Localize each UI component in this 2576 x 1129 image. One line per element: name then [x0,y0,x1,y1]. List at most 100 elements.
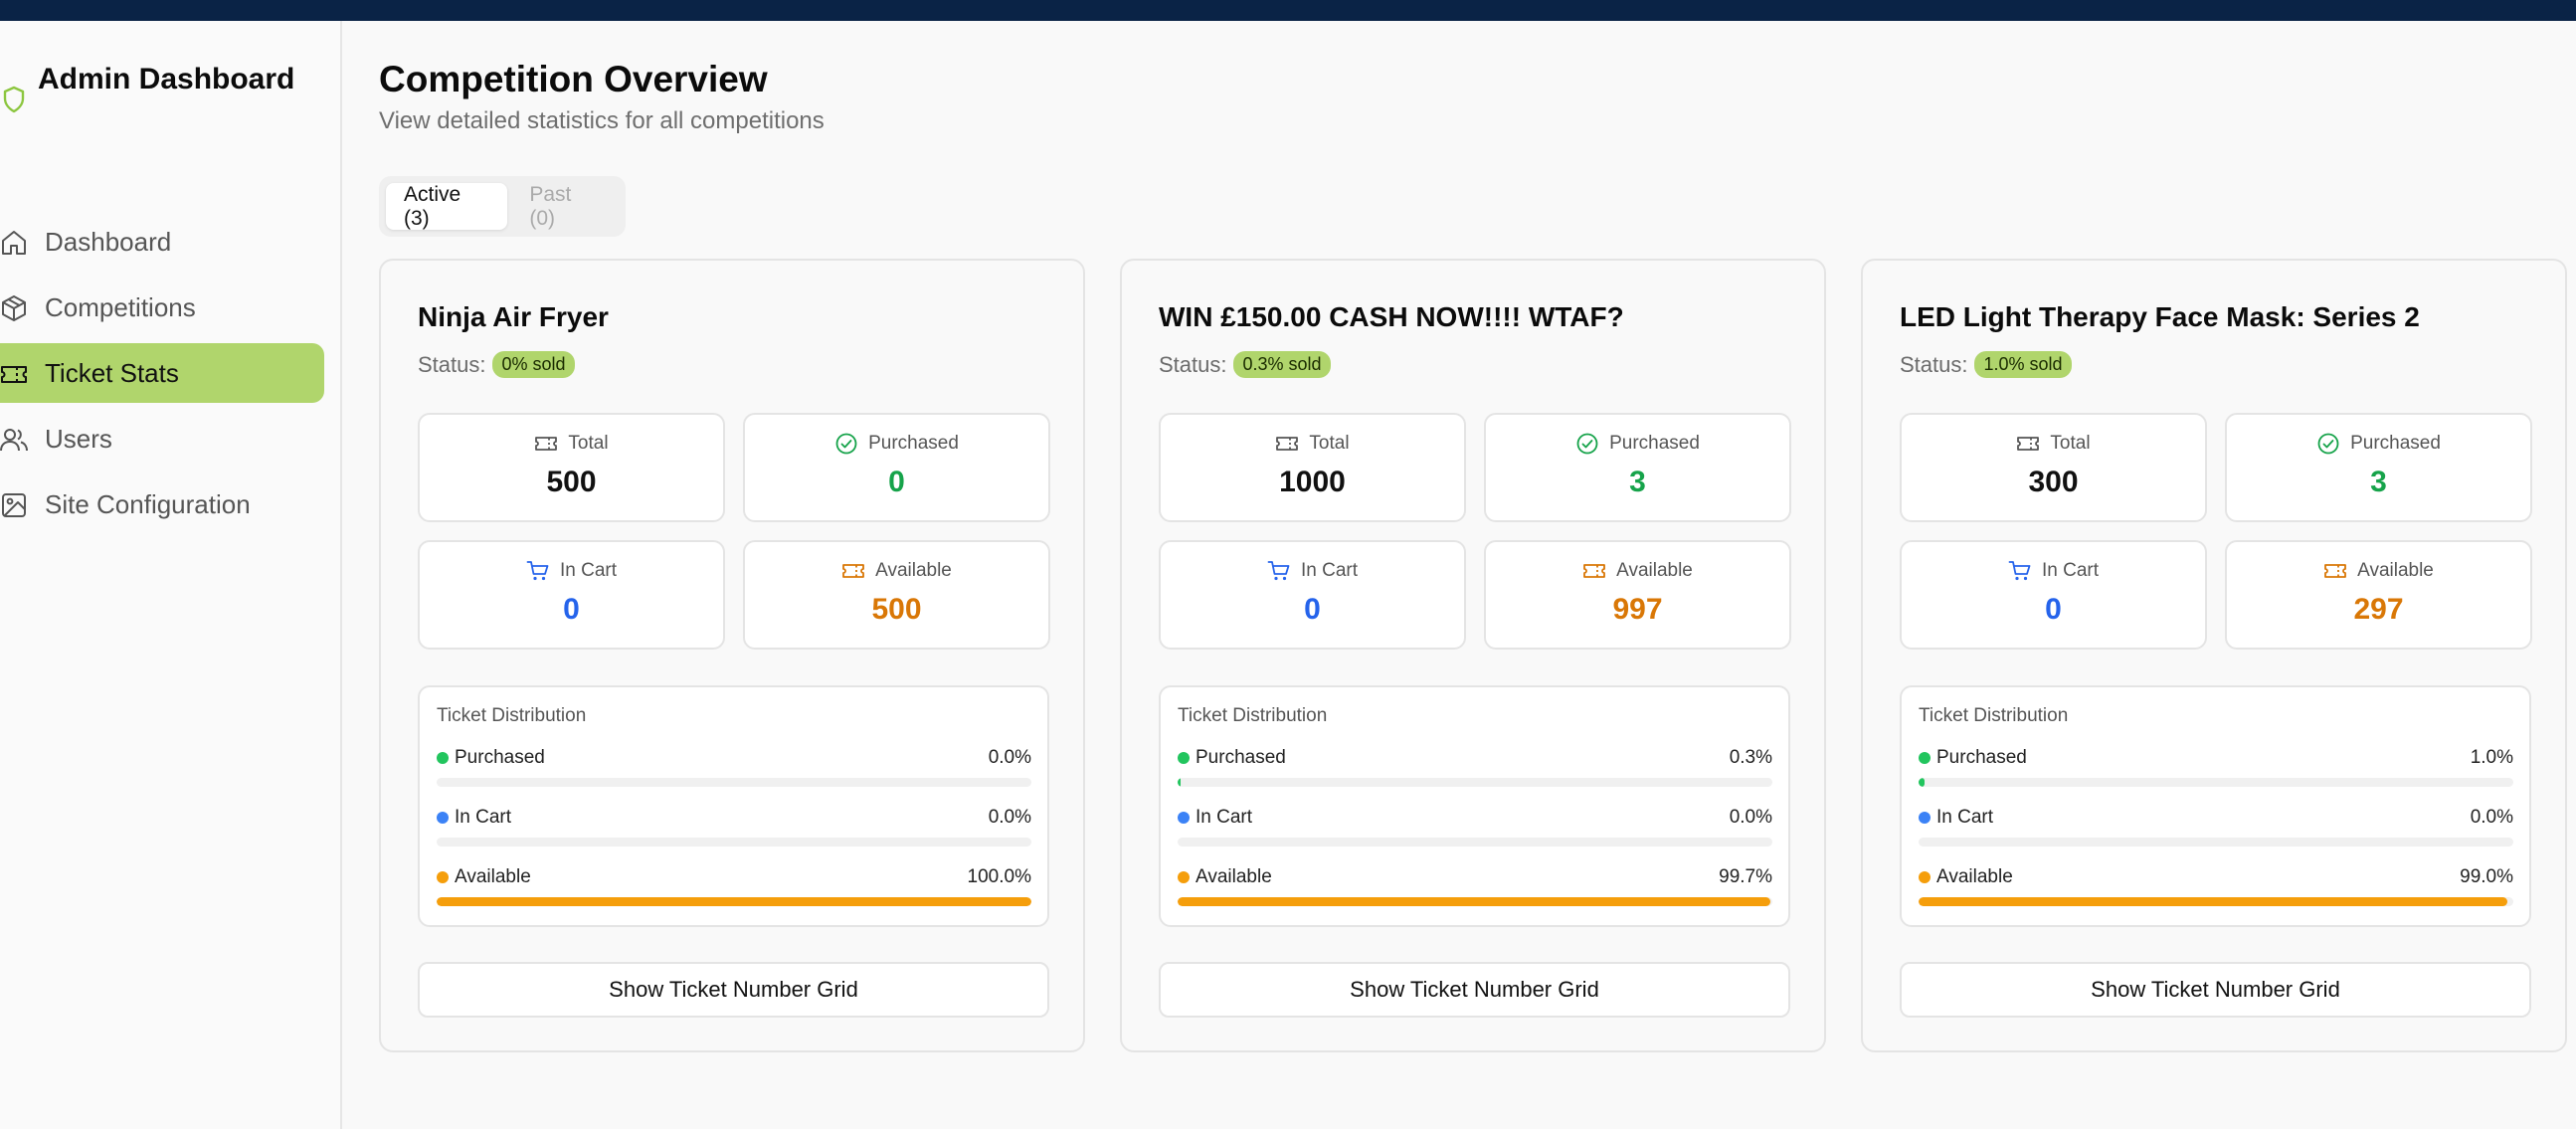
sidebar-item-ticket-stats[interactable]: Ticket Stats [0,343,324,403]
progress-fill-available [1919,897,2508,906]
purchased-dot [437,752,449,764]
in-cart-dot [1919,812,1931,824]
status-row: Status: 1.0% sold [1900,351,2072,378]
distribution-percent: 1.0% [2470,747,2513,768]
tab-active[interactable]: Active (3) [386,183,508,230]
distribution-label: Available [1196,866,1272,887]
page-subtitle: View detailed statistics for all competi… [379,107,825,134]
status-row: Status: 0% sold [418,351,575,378]
show-ticket-grid-button[interactable]: Show Ticket Number Grid [418,962,1049,1018]
distribution-percent: 100.0% [967,866,1031,887]
distribution-label: In Cart [455,807,512,828]
stat-label: In Cart [559,560,618,581]
stat-value: 0 [2045,593,2062,626]
sidebar-item-site-configuration[interactable]: Site Configuration [0,474,324,534]
progress-track [1178,897,1772,906]
sidebar-item-competitions[interactable]: Competitions [0,278,324,337]
stat-value: 0 [888,466,905,498]
competition-title: Ninja Air Fryer [418,301,609,332]
stat-label: Available [875,560,952,581]
status-label: Status: [418,351,486,377]
distribution-title: Ticket Distribution [1919,705,2069,726]
progress-fill-available [1178,897,1771,906]
stat-purchased: Purchased 0 [743,413,1050,522]
distribution-percent: 0.0% [2470,807,2513,828]
ticket-icon [1583,564,1606,578]
ticket-icon [1,366,27,383]
cart-icon [526,561,549,581]
competition-title: LED Light Therapy Face Mask: Series 2 [1900,301,2420,332]
stat-label: Total [2050,433,2091,454]
stat-purchased: Purchased 3 [1484,413,1791,522]
distribution-row-available: Available 99.7% [1178,866,1772,906]
show-ticket-grid-button[interactable]: Show Ticket Number Grid [1900,962,2531,1018]
distribution-label: In Cart [1936,807,1994,828]
stat-available: Available 997 [1484,540,1791,650]
competition-card: WIN £150.00 CASH NOW!!!! WTAF? Status: 0… [1120,259,1826,1052]
available-dot [1919,871,1931,883]
status-badge: 1.0% sold [1974,351,2072,378]
distribution-label: Purchased [1196,747,1286,768]
competition-card: Ninja Air Fryer Status: 0% sold Total 50… [379,259,1085,1052]
sidebar-item-label: Competitions [45,291,196,322]
stat-total: Total 1000 [1159,413,1466,522]
sidebar-item-dashboard[interactable]: Dashboard [0,212,324,272]
stat-label: Purchased [868,433,959,454]
home-icon [2,231,26,255]
distribution-label: Purchased [455,747,545,768]
status-badge: 0% sold [492,351,575,378]
distribution-row-available: Available 99.0% [1919,866,2513,906]
status-row: Status: 0.3% sold [1159,351,1331,378]
stat-available: Available 297 [2225,540,2532,650]
progress-track [437,897,1031,906]
users-icon [0,429,28,452]
competition-cards: Ninja Air Fryer Status: 0% sold Total 50… [379,259,2576,1074]
stat-value: 3 [2370,466,2387,498]
progress-track [1919,778,2513,787]
progress-track [1178,778,1772,787]
check-circle-icon [2317,433,2339,455]
distribution-row-in-cart: In Cart 0.0% [1178,807,1772,847]
sidebar-item-label: Site Configuration [45,488,251,519]
stat-total: Total 500 [418,413,725,522]
check-circle-icon [1576,433,1598,455]
box-icon [2,295,26,321]
stat-label: Available [1616,560,1693,581]
stat-value: 500 [871,593,922,626]
ticket-icon [2324,564,2347,578]
distribution-percent: 0.0% [988,807,1031,828]
ticket-icon [2017,437,2040,451]
distribution-row-purchased: Purchased 0.0% [437,747,1031,787]
status-label: Status: [1159,351,1227,377]
distribution-label: Available [455,866,531,887]
distribution-percent: 0.0% [1729,807,1772,828]
distribution-row-in-cart: In Cart 0.0% [437,807,1031,847]
distribution-label: Purchased [1936,747,2027,768]
distribution-percent: 99.7% [1719,866,1772,887]
purchased-dot [1919,752,1931,764]
ticket-distribution: Ticket Distribution Purchased 1.0% In Ca… [1900,685,2531,927]
sidebar-item-label: Dashboard [45,226,172,257]
competition-tabs: Active (3) Past (0) [379,176,626,237]
sidebar-item-label: Users [45,423,112,454]
ticket-icon [842,564,865,578]
sidebar-item-users[interactable]: Users [0,409,324,469]
stat-in-cart: In Cart 0 [418,540,725,650]
stat-value: 0 [1304,593,1321,626]
distribution-percent: 0.0% [988,747,1031,768]
main-content: Competition Overview View detailed stati… [379,21,2576,1129]
ticket-distribution: Ticket Distribution Purchased 0.3% In Ca… [1159,685,1790,927]
distribution-label: In Cart [1196,807,1253,828]
stat-label: In Cart [1300,560,1359,581]
competition-title: WIN £150.00 CASH NOW!!!! WTAF? [1159,301,1624,332]
show-ticket-grid-button[interactable]: Show Ticket Number Grid [1159,962,1790,1018]
distribution-row-in-cart: In Cart 0.0% [1919,807,2513,847]
progress-track [1919,897,2513,906]
progress-fill-purchased [1919,778,1925,787]
stat-value: 3 [1629,466,1646,498]
stat-in-cart: In Cart 0 [1900,540,2207,650]
tab-past[interactable]: Past (0) [511,183,619,230]
stat-label: Purchased [1609,433,1700,454]
stat-label: Available [2357,560,2434,581]
distribution-row-available: Available 100.0% [437,866,1031,906]
